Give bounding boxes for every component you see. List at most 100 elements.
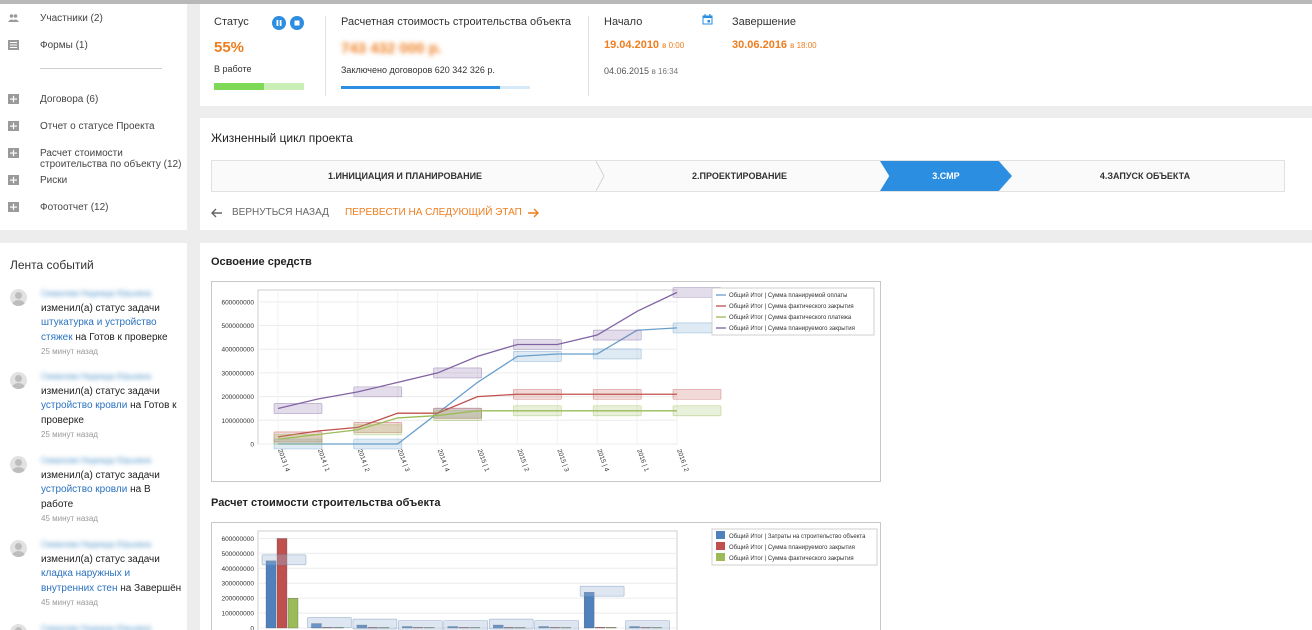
next-stage-button[interactable]: ПЕРЕВЕСТИ НА СЛЕДУЮЩИЙ ЭТАП [345, 207, 539, 218]
data-label-blurred [353, 386, 403, 398]
plus-box-icon [8, 148, 19, 158]
feed-task-link[interactable]: устройство кровли [41, 484, 127, 495]
contracts-text: Заключено договоров 620 342 326 р. [341, 65, 495, 75]
legend-label: Общий Итог | Затраты на строительство об… [729, 533, 866, 540]
status-text: В работе [214, 64, 252, 74]
contracts-progress-fill [341, 86, 500, 89]
nav-item-status-report[interactable]: Отчет о статусе Проекта [8, 121, 186, 132]
y-tick-label: 400000000 [221, 347, 254, 354]
feed-task-link[interactable]: устройство кровли [41, 400, 127, 411]
pause-button[interactable] [272, 16, 286, 30]
charts-panel: Освоение средств 0 100000000 200000000 3000… [200, 243, 1312, 630]
feed-time: 25 минут назад [41, 430, 98, 439]
feed-user-link[interactable]: Смирнова Надежда Юрьевна [41, 624, 151, 630]
y-tick-label: 100000000 [221, 418, 254, 425]
bar [583, 592, 595, 629]
nav-divider [40, 68, 162, 69]
plus-box-icon [8, 94, 19, 104]
stage-design[interactable]: 2.ПРОЕКТИРОВАНИЕ [607, 161, 872, 191]
bar [594, 627, 606, 629]
chart-legend: Общий Итог | Затраты на строительство об… [711, 528, 878, 566]
data-label-blurred [672, 405, 722, 417]
lifecycle-stages: 1.ИНИЦИАЦИЯ И ПЛАНИРОВАНИЕ 2.ПРОЕКТИРОВА… [211, 160, 1285, 192]
data-label-blurred [592, 348, 642, 360]
stop-button[interactable] [290, 16, 304, 30]
nav-item-participants[interactable]: Участники (2) [8, 13, 186, 24]
data-label-blurred [513, 388, 562, 400]
feed-action: изменил(а) статус задачи [41, 385, 160, 397]
y-tick-label: 300000000 [221, 581, 254, 588]
feed-time: 25 минут назад [41, 347, 98, 356]
data-label-blurred [353, 438, 403, 450]
feed-status: Готов к проверке [89, 331, 168, 343]
legend-marker [716, 531, 725, 539]
feed-title: Лента событий [10, 258, 94, 272]
data-label-blurred [592, 388, 642, 400]
lifecycle-panel: Жизненный цикл проекта 1.ИНИЦИАЦИЯ И ПЛА… [200, 118, 1312, 230]
data-label-blurred [261, 554, 307, 566]
divider [588, 16, 589, 96]
end-date-row: 30.06.2016 в 18:00 [732, 39, 817, 51]
nav-item-contracts[interactable]: Договора (6) [8, 94, 186, 105]
data-label-blurred [433, 367, 482, 379]
start-label: Начало [604, 16, 643, 28]
x-tick-label: 2015 | 1 [476, 448, 491, 473]
plus-box-icon [8, 202, 19, 212]
feed-user-link[interactable]: Смирнова Надежда Юрьевна [41, 372, 151, 381]
feed-task-link[interactable]: кладка наружных и внутренних стен [41, 568, 130, 594]
status-label: Статус [214, 16, 249, 28]
stage-construction[interactable]: 3.СМР [880, 161, 1012, 191]
feed-user-link[interactable]: Смирнова Надежда Юрьевна [41, 456, 151, 465]
divider [325, 16, 326, 96]
x-tick-label: 2015 | 3 [555, 448, 570, 473]
legend-label: Общий Итог | Сумма фактического закрытия [729, 303, 854, 310]
plot-area [257, 289, 678, 445]
bar [276, 538, 288, 629]
x-tick-label: 2015 | 4 [595, 448, 610, 473]
nav-item-risks[interactable]: Риски [8, 175, 186, 186]
avatar [10, 540, 27, 557]
cost-value: 743 432 000 р. [341, 40, 442, 57]
y-tick-label: 0 [250, 442, 254, 449]
end-time: в 18:00 [790, 41, 817, 50]
data-label-blurred [433, 410, 482, 421]
stage-launch[interactable]: 4.ЗАПУСК ОБЪЕКТА [1012, 161, 1278, 191]
end-date: 30.06.2016 [732, 39, 788, 51]
y-tick-label: 500000000 [221, 551, 254, 558]
data-label-blurred [534, 620, 579, 630]
feed-action: изменил(а) статус задачи [41, 469, 160, 481]
nav-label: Отчет о статусе Проекта [40, 121, 155, 132]
feed-status-prefix: на [130, 400, 142, 411]
legend-marker [716, 553, 725, 561]
nav-item-forms[interactable]: Формы (1) [8, 40, 186, 51]
legend-label: Общий Итог | Сумма фактического закрытия [729, 555, 854, 562]
feed-status: Завершён [134, 582, 182, 594]
x-tick-label: 2016 | 1 [635, 448, 650, 473]
nav-label: Фотоотчет (12) [40, 202, 109, 213]
y-tick-label: 200000000 [221, 596, 254, 603]
data-label-blurred [592, 329, 642, 341]
data-label-blurred [625, 620, 670, 630]
feed-user-link[interactable]: Смирнова Надежда Юрьевна [41, 289, 151, 298]
nav-label: Формы (1) [40, 40, 88, 51]
data-label-blurred [398, 620, 443, 630]
bar-chart: 0 100000000 200000000 300000000 400000000 500… [211, 522, 881, 630]
back-button[interactable]: ВЕРНУТЬСЯ НАЗАД [211, 207, 329, 218]
line-chart-svg: 0 100000000 200000000 300000000 400000000 500… [221, 287, 875, 473]
legend-label: Общий Итог | Сумма планируемого закрытия [729, 544, 855, 551]
nav-item-cost-calculation[interactable]: Расчет стоимости строительства по объект… [8, 148, 186, 170]
avatar [10, 624, 27, 630]
calendar-icon[interactable] [702, 14, 713, 28]
bar [265, 560, 277, 629]
nav-item-photo-report[interactable]: Фотоотчет (12) [8, 202, 186, 213]
plus-box-icon [8, 121, 19, 131]
contracts-progress-bar [341, 86, 530, 89]
feed-action: изменил(а) статус задачи [41, 302, 160, 314]
plus-box-icon [8, 175, 19, 185]
y-tick-label: 600000000 [221, 299, 254, 306]
stage-initiation[interactable]: 1.ИНИЦИАЦИЯ И ПЛАНИРОВАНИЕ [212, 161, 598, 191]
feed-time: 45 минут назад [41, 514, 98, 523]
avatar [10, 372, 27, 389]
lifecycle-title: Жизненный цикл проекта [211, 131, 353, 145]
feed-user-link[interactable]: Смирнова Надежда Юрьевна [41, 540, 151, 549]
